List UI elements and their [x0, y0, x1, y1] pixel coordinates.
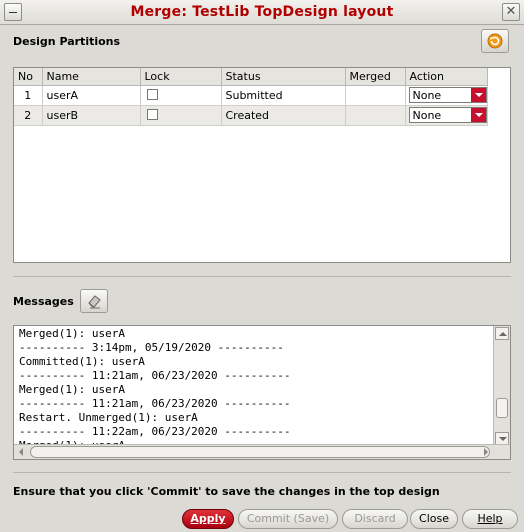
messages-text: Merged(1): userA ---------- 3:14pm, 05/1… [19, 327, 291, 452]
discard-button[interactable]: Discard [342, 509, 408, 529]
refresh-button[interactable] [481, 29, 509, 53]
row-merged [345, 85, 406, 106]
chevron-down-icon[interactable] [470, 108, 486, 122]
table-row[interactable]: 2 userB Created None [14, 105, 488, 126]
action-select-value: None [412, 89, 442, 102]
action-cell: None [405, 85, 488, 106]
action-cell: None [405, 105, 488, 126]
messages-log[interactable]: Merged(1): userA ---------- 3:14pm, 05/1… [13, 325, 511, 460]
commit-button[interactable]: Commit (Save) [238, 509, 338, 529]
close-button[interactable]: Close [410, 509, 458, 529]
messages-label: Messages [13, 295, 74, 308]
row-name: userA [42, 85, 141, 106]
scroll-left-button[interactable] [16, 446, 29, 458]
chevron-down-icon[interactable] [470, 88, 486, 102]
column-header-name[interactable]: Name [42, 68, 141, 86]
window-title: Merge: TestLib TopDesign layout [130, 4, 394, 20]
design-partitions-label: Design Partitions [13, 35, 121, 48]
scroll-right-button[interactable] [479, 446, 492, 458]
column-header-status[interactable]: Status [221, 68, 346, 86]
section-divider [13, 472, 511, 473]
row-name: userB [42, 105, 141, 126]
refresh-icon [487, 33, 503, 49]
clear-messages-button[interactable] [80, 289, 108, 313]
horizontal-scroll-thumb[interactable] [30, 446, 490, 458]
lock-checkbox[interactable] [146, 89, 158, 100]
action-select-value: None [412, 109, 442, 122]
title-bar: Merge: TestLib TopDesign layout ✕ [0, 0, 524, 25]
commit-notice: Ensure that you click 'Commit' to save t… [13, 485, 440, 498]
eraser-icon [88, 295, 101, 309]
column-header-no[interactable]: No [14, 68, 43, 86]
section-divider [13, 276, 511, 277]
action-select[interactable]: None [408, 87, 487, 103]
scroll-up-button[interactable] [495, 327, 509, 340]
lock-cell [140, 105, 222, 126]
close-window-button[interactable]: ✕ [502, 3, 520, 21]
action-select[interactable]: None [408, 107, 487, 123]
row-number: 2 [14, 105, 43, 126]
column-header-merged[interactable]: Merged [345, 68, 406, 86]
lock-checkbox[interactable] [146, 109, 158, 120]
apply-button[interactable]: Apply [182, 509, 234, 529]
lock-cell [140, 85, 222, 106]
horizontal-scrollbar[interactable] [14, 444, 510, 459]
vertical-scrollbar[interactable] [493, 326, 510, 446]
row-merged [345, 105, 406, 126]
column-header-action[interactable]: Action [405, 68, 488, 86]
partitions-table: No Name Lock Status Merged Action 1 user… [13, 67, 511, 263]
row-status: Created [221, 105, 346, 126]
row-status: Submitted [221, 85, 346, 106]
table-row[interactable]: 1 userA Submitted None [14, 85, 488, 106]
help-button[interactable]: Help [462, 509, 518, 529]
row-number: 1 [14, 85, 43, 106]
vertical-scroll-thumb[interactable] [496, 398, 508, 418]
column-header-lock[interactable]: Lock [140, 68, 222, 86]
